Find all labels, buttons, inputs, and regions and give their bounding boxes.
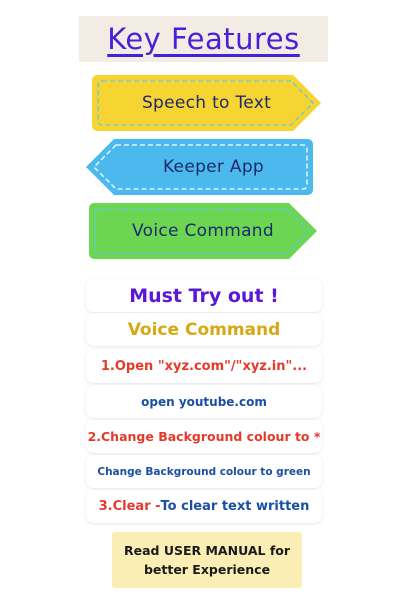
voice-command-subheading: Voice Command [86,313,322,346]
user-manual-note: Read USER MANUAL for better Experience [112,532,302,588]
clear-command-description: To clear text written [160,499,310,514]
command-example-background: Change Background colour to green [86,455,322,488]
feature-label: Speech to Text [141,93,272,113]
command-instruction-open: 1.Open "xyz.com"/"xyz.in"... [86,350,322,383]
feature-label: Keeper App [162,157,265,177]
page-title-box: Key Features [79,16,328,62]
command-instruction-background: 2.Change Background colour to * [86,420,322,453]
page-title: Key Features [107,22,300,56]
command-instruction-clear: 3.Clear - To clear text written [86,490,322,523]
feature-speech-to-text[interactable]: Speech to Text [92,75,321,131]
command-example-open: open youtube.com [86,385,322,418]
manual-note-line2: better Experience [143,562,271,577]
clear-command-label: 3.Clear - [98,499,161,514]
feature-label: Voice Command [132,221,274,241]
must-try-heading: Must Try out ! [86,279,322,312]
feature-keeper-app[interactable]: Keeper App [86,139,313,195]
manual-note-line1: Read USER MANUAL for [123,543,291,558]
feature-voice-command[interactable]: Voice Command [89,203,317,259]
